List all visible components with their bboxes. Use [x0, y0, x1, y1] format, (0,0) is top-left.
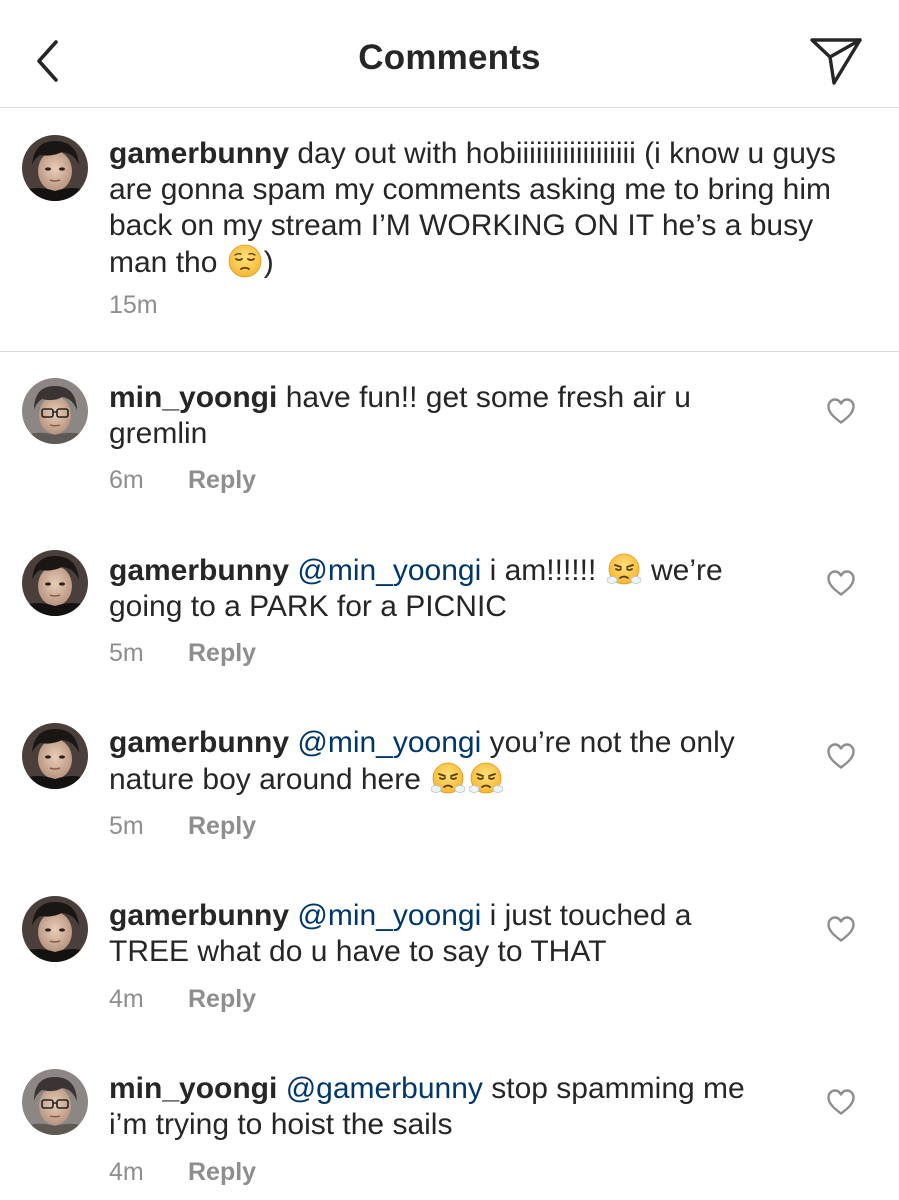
comment-item: gamerbunny @min_yoongi you’re not the on…: [0, 697, 899, 870]
comment-text: min_yoongi have fun!! get some fresh air…: [109, 380, 709, 452]
page-title: Comments: [358, 38, 541, 77]
comment-username[interactable]: min_yoongi: [109, 381, 277, 414]
avatar[interactable]: [22, 135, 88, 201]
heart-outline-icon[interactable]: [826, 1088, 856, 1116]
comment-item: min_yoongi have fun!! get some fresh air…: [0, 352, 899, 524]
heart-outline-icon[interactable]: [826, 397, 856, 425]
avatar[interactable]: [22, 1069, 88, 1135]
pensive-face-icon: [228, 244, 262, 278]
avatar-gamerbunny: [22, 723, 88, 789]
avatar-gamerbunny: [22, 550, 88, 616]
comment-mention[interactable]: @min_yoongi: [297, 899, 481, 932]
comment-meta: 6m Reply: [109, 465, 256, 495]
comment-mention[interactable]: @min_yoongi: [297, 726, 481, 759]
reply-button[interactable]: Reply: [188, 1157, 256, 1187]
avatar-gamerbunny: [22, 135, 88, 201]
comment-mention[interactable]: @gamerbunny: [286, 1072, 483, 1105]
avatar-gamerbunny: [22, 896, 88, 962]
caption-text: gamerbunny day out with hobiiiiiiiiiiiii…: [109, 136, 869, 281]
comment-timestamp: 6m: [109, 466, 144, 494]
avatar[interactable]: [22, 378, 88, 444]
header-bar: Comments: [0, 0, 899, 108]
comment-meta: 4m Reply: [109, 1157, 256, 1187]
face-with-steam-from-nose-icon: [469, 761, 503, 795]
avatar[interactable]: [22, 550, 88, 616]
caption-meta: 15m: [109, 290, 169, 320]
heart-outline-icon[interactable]: [826, 569, 856, 597]
comment-text: min_yoongi @gamerbunny stop spamming me …: [109, 1071, 779, 1143]
reply-button[interactable]: Reply: [188, 984, 256, 1014]
share-button[interactable]: [809, 36, 863, 86]
comment-username[interactable]: gamerbunny: [109, 554, 289, 587]
comment-timestamp: 4m: [109, 985, 144, 1013]
comment-timestamp: 5m: [109, 812, 144, 840]
comment-item: gamerbunny @min_yoongi i just touched a …: [0, 870, 899, 1043]
comment-meta: 4m Reply: [109, 984, 256, 1014]
reply-button[interactable]: Reply: [188, 465, 256, 495]
comment-username[interactable]: min_yoongi: [109, 1072, 277, 1105]
paper-plane-icon: [810, 38, 862, 85]
comment-text: gamerbunny @min_yoongi you’re not the on…: [109, 725, 769, 798]
avatar[interactable]: [22, 723, 88, 789]
comment-body: i am!!!!!!: [489, 554, 597, 587]
post-caption: gamerbunny day out with hobiiiiiiiiiiiii…: [0, 108, 899, 352]
reply-button[interactable]: Reply: [188, 638, 256, 668]
avatar-min-yoongi: [22, 1069, 88, 1135]
comment-timestamp: 5m: [109, 639, 144, 667]
face-with-steam-from-nose-icon: [607, 552, 641, 586]
reply-button[interactable]: Reply: [188, 811, 256, 841]
comment-timestamp: 4m: [109, 1158, 144, 1186]
heart-outline-icon[interactable]: [826, 742, 856, 770]
comment-username[interactable]: gamerbunny: [109, 899, 289, 932]
comment-meta: 5m Reply: [109, 811, 256, 841]
caption-username[interactable]: gamerbunny: [109, 137, 289, 170]
comment-text: gamerbunny @min_yoongi i am!!!!!! we’re …: [109, 552, 769, 625]
comment-item: min_yoongi @gamerbunny stop spamming me …: [0, 1043, 899, 1200]
caption-body-end: ): [263, 246, 274, 279]
comment-text: gamerbunny @min_yoongi i just touched a …: [109, 898, 769, 970]
comment-mention[interactable]: @min_yoongi: [297, 554, 481, 587]
comment-username[interactable]: gamerbunny: [109, 726, 289, 759]
avatar[interactable]: [22, 896, 88, 962]
caption-timestamp: 15m: [109, 291, 158, 319]
face-with-steam-from-nose-icon: [431, 761, 465, 795]
comment-meta: 5m Reply: [109, 638, 256, 668]
heart-outline-icon[interactable]: [826, 915, 856, 943]
avatar-min-yoongi: [22, 378, 88, 444]
comment-item: gamerbunny @min_yoongi i am!!!!!! we’re …: [0, 524, 899, 697]
